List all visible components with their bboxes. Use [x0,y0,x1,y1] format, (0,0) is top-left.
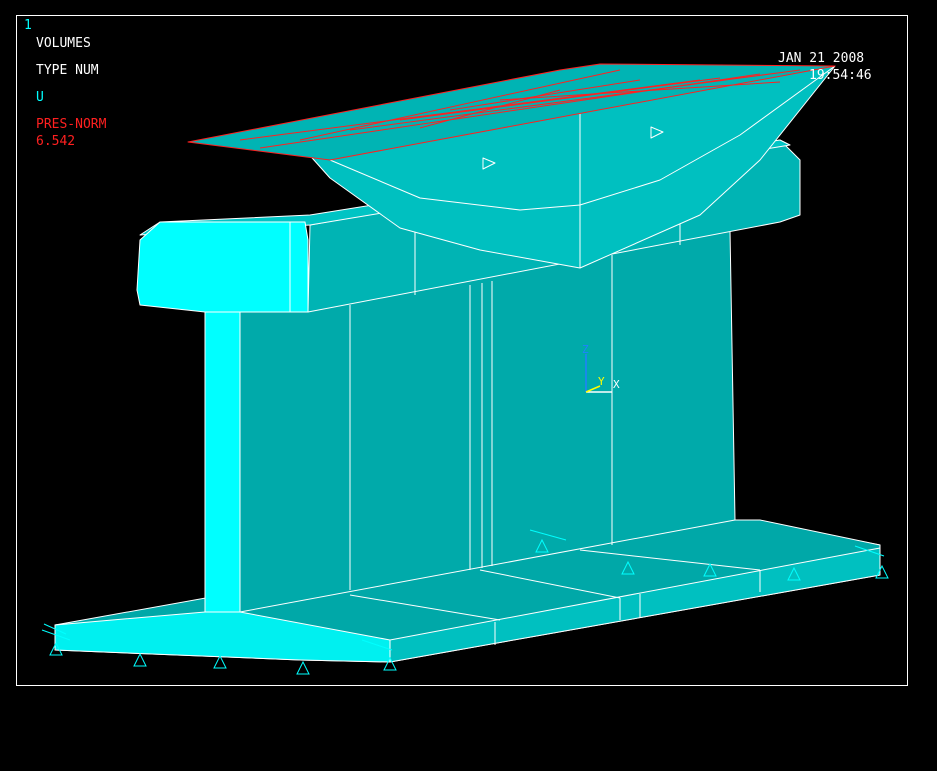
timestamp-time: 19:54:46 [809,68,872,83]
model-scene [41,63,889,675]
rail-web-front [204,311,241,613]
legend-pres-value: 6.542 [36,134,76,149]
rail-model [54,63,881,663]
triad-z-label: Z [582,343,589,356]
window-number: 1 [24,18,32,33]
legend-dof-u: U [36,90,44,105]
legend-type-num: TYPE NUM [36,63,99,78]
rail-head-front [136,221,309,313]
legend-volumes: VOLUMES [36,36,91,51]
timestamp-date: JAN 21 2008 [778,51,865,66]
triad-y-label: Y [598,375,605,388]
legend-pres-norm: PRES-NORM [36,117,107,132]
triad-x-label: X [613,378,620,391]
